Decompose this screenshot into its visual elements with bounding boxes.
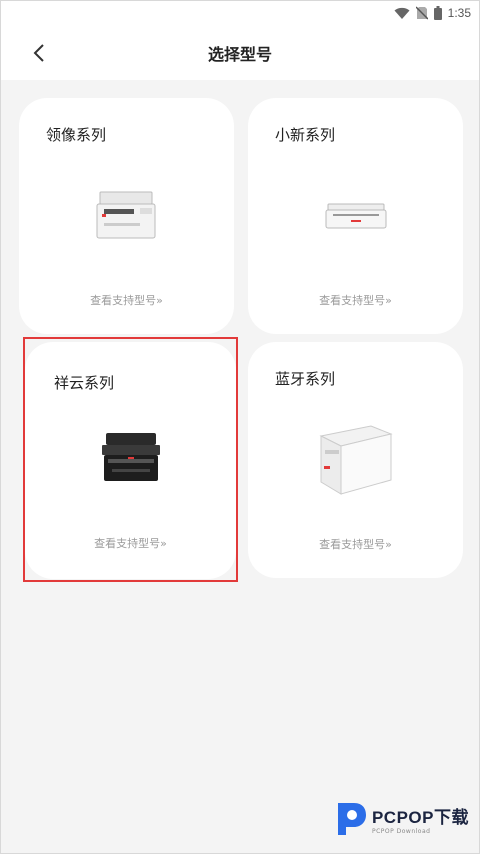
- printer-compact-icon: [323, 196, 389, 240]
- card-title: 领像系列: [46, 126, 107, 144]
- printer-mfp-icon: [94, 178, 160, 248]
- series-card-xiangyun[interactable]: 祥云系列 查看支持型号»: [25, 342, 236, 579]
- back-button[interactable]: [23, 37, 55, 69]
- watermark: PCPOP下载 PCPOP Download: [334, 799, 469, 839]
- card-title: 小新系列: [275, 126, 336, 144]
- card-title: 祥云系列: [54, 374, 115, 392]
- view-models-link[interactable]: 查看支持型号»: [19, 292, 234, 308]
- wifi-icon: [394, 7, 410, 20]
- watermark-sub: PCPOP Download: [371, 828, 431, 835]
- no-sim-icon: [415, 6, 428, 20]
- status-bar: 1:35: [1, 1, 479, 25]
- view-models-link[interactable]: 查看支持型号»: [248, 536, 463, 552]
- series-card-bluetooth[interactable]: 蓝牙系列 查看支持型号»: [248, 342, 463, 578]
- series-card-xiaoxin[interactable]: 小新系列 查看支持型号»: [248, 98, 463, 334]
- watermark-brand: PCPOP下载: [371, 808, 469, 827]
- status-time: 1:35: [447, 6, 471, 20]
- printer-black-mfp-icon: [98, 427, 164, 491]
- card-title: 蓝牙系列: [275, 370, 336, 388]
- view-models-link[interactable]: 查看支持型号»: [25, 535, 236, 551]
- printer-white-mfp-icon: [311, 414, 401, 508]
- pcpop-logo-icon: [337, 803, 366, 835]
- battery-icon: [433, 6, 442, 20]
- header-bar: 选择型号: [1, 25, 479, 80]
- chevron-left-icon: [33, 44, 44, 62]
- view-models-link[interactable]: 查看支持型号»: [248, 292, 463, 308]
- page-title: 选择型号: [207, 44, 272, 64]
- series-card-lingxiang[interactable]: 领像系列 查看支持型号»: [19, 98, 234, 334]
